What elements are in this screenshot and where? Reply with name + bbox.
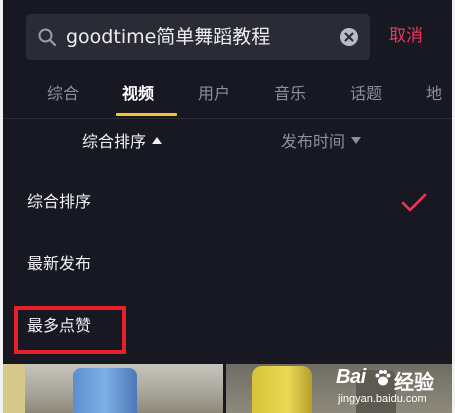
tab-video[interactable]: 视频 bbox=[122, 83, 154, 105]
caret-up-icon bbox=[152, 137, 163, 144]
search-results-screen: goodtime简单舞蹈教程 取消 综合 视频 用户 音乐 话题 地 综合排序 … bbox=[0, 0, 455, 413]
sort-time-toggle[interactable]: 发布时间 bbox=[281, 131, 362, 153]
search-query-text: goodtime简单舞蹈教程 bbox=[66, 26, 271, 48]
sort-time-label: 发布时间 bbox=[281, 132, 346, 151]
clear-icon[interactable] bbox=[339, 27, 359, 47]
sort-comprehensive-toggle[interactable]: 综合排序 bbox=[82, 131, 163, 153]
paw-icon bbox=[375, 370, 391, 386]
watermark-url: jingyan.baidu.com bbox=[338, 393, 427, 405]
thumbnail-background bbox=[3, 364, 25, 413]
annotation-highlight-box bbox=[14, 306, 126, 354]
check-icon bbox=[401, 193, 427, 212]
tab-users[interactable]: 用户 bbox=[198, 83, 230, 105]
tab-location[interactable]: 地 bbox=[426, 83, 442, 105]
tab-music[interactable]: 音乐 bbox=[274, 83, 306, 105]
thumbnail-figure bbox=[252, 366, 312, 413]
sort-comprehensive-label: 综合排序 bbox=[82, 132, 147, 151]
sort-option-label: 综合排序 bbox=[27, 192, 92, 211]
cancel-button[interactable]: 取消 bbox=[389, 24, 423, 48]
tab-topics[interactable]: 话题 bbox=[350, 83, 382, 105]
result-tabs: 综合 视频 用户 音乐 话题 地 bbox=[0, 72, 455, 118]
video-thumbnail[interactable] bbox=[3, 364, 223, 413]
watermark-brand: Bai bbox=[336, 366, 366, 388]
sort-option-latest[interactable]: 最新发布 bbox=[0, 234, 455, 296]
active-tab-indicator bbox=[116, 113, 177, 116]
watermark-brand-suffix: 经验 bbox=[394, 372, 434, 394]
search-icon bbox=[38, 28, 57, 47]
tab-comprehensive[interactable]: 综合 bbox=[47, 83, 79, 105]
sort-option-comprehensive[interactable]: 综合排序 bbox=[0, 172, 455, 234]
baidu-jingyan-watermark: Bai 经验 jingyan.baidu.com bbox=[336, 366, 451, 410]
sort-option-label: 最新发布 bbox=[27, 254, 92, 273]
thumbnail-figure bbox=[73, 368, 137, 413]
caret-down-icon bbox=[351, 137, 362, 144]
search-input[interactable]: goodtime简单舞蹈教程 bbox=[26, 14, 370, 60]
sort-bar: 综合排序 发布时间 bbox=[0, 119, 455, 167]
